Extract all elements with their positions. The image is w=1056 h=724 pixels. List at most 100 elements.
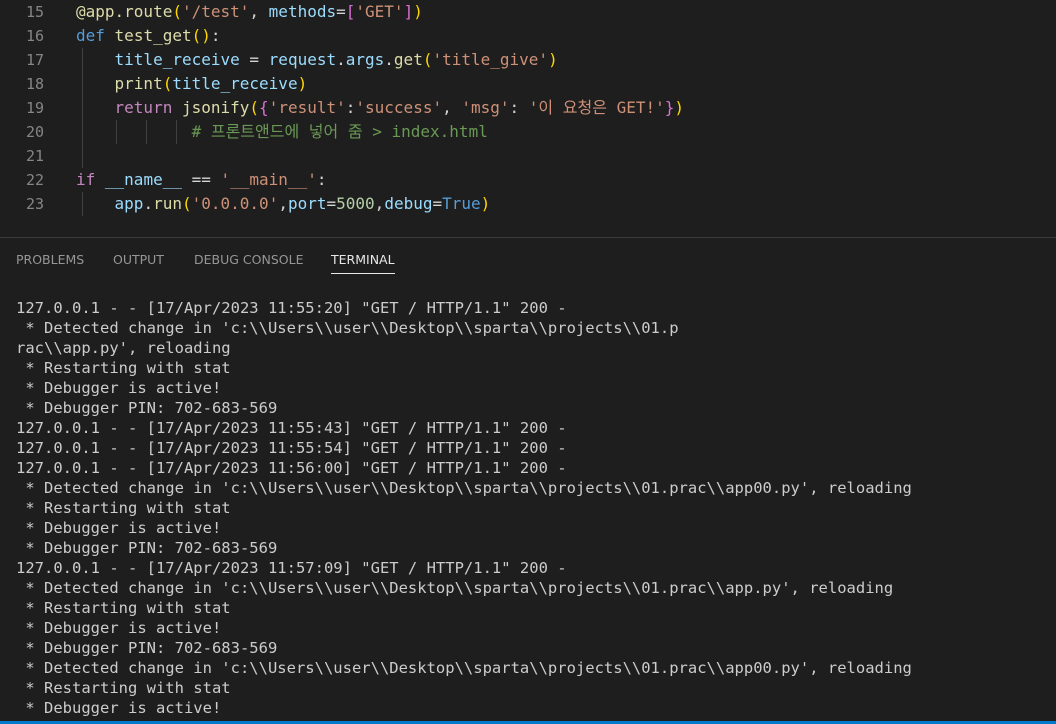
code-token: :: [210, 26, 221, 45]
code-token: ,: [278, 194, 288, 213]
code-token: =: [336, 2, 346, 21]
code-token: .: [336, 50, 346, 69]
code-token: get: [393, 50, 423, 69]
code-token: True: [442, 194, 481, 213]
code-token: '이 요청은 GET!': [528, 98, 665, 117]
code-editor[interactable]: 15 @app.route('/test', methods=['GET']) 16…: [0, 0, 1056, 225]
code-token: test_get: [114, 26, 192, 45]
tab-debug-console[interactable]: DEBUG CONSOLE: [194, 252, 303, 273]
code-token: ): [548, 50, 558, 69]
code-token: '__main__': [220, 170, 317, 189]
code-token: ): [413, 2, 423, 21]
code-token: [: [345, 2, 356, 21]
code-token: .: [384, 50, 394, 69]
code-token: :: [316, 170, 327, 189]
code-token: '/test': [181, 2, 250, 21]
code-token: (: [181, 194, 192, 213]
line-number: 15: [25, 3, 44, 21]
code-token: ): [297, 74, 308, 93]
code-text: app.run('0.0.0.0',port=5000,debug=True): [76, 192, 491, 216]
code-token: debug: [384, 194, 433, 213]
terminal-line: * Restarting with stat: [16, 679, 231, 697]
code-line[interactable]: 16 def test_get():: [0, 24, 1056, 48]
code-line[interactable]: 20 # 프론트앤드에 넣어 줌 > index.html: [0, 120, 1056, 144]
code-line[interactable]: 23 app.run('0.0.0.0',port=5000,debug=Tru…: [0, 192, 1056, 216]
code-line[interactable]: 18 print(title_receive): [0, 72, 1056, 96]
tab-problems[interactable]: PROBLEMS: [16, 252, 84, 273]
line-number: 20: [25, 123, 44, 141]
code-token: 'result': [268, 98, 346, 117]
code-token: title_receive: [172, 74, 298, 93]
code-line[interactable]: 22 if __name__ == '__main__':: [0, 168, 1056, 192]
terminal-line: * Debugger is active!: [16, 379, 222, 397]
code-token: return: [114, 98, 173, 117]
line-number: 19: [25, 99, 44, 117]
bottom-panel: PROBLEMS OUTPUT DEBUG CONSOLE TERMINAL 1…: [0, 237, 1056, 724]
code-token: ==: [181, 170, 221, 189]
code-text: def test_get():: [76, 24, 221, 48]
code-token: ): [480, 194, 491, 213]
terminal-line: * Restarting with stat: [16, 499, 231, 517]
code-text: title_receive = request.args.get('title_…: [76, 48, 558, 72]
code-token: ]: [403, 2, 414, 21]
code-token: __name__: [104, 170, 182, 189]
code-text: # 프론트앤드에 넣어 줌 > index.html: [76, 120, 488, 144]
code-token: '0.0.0.0': [191, 194, 279, 213]
code-text: @app.route('/test', methods=['GET']): [76, 0, 423, 24]
code-token: 5000: [336, 194, 375, 213]
code-token: ,: [442, 98, 462, 117]
terminal-output[interactable]: 127.0.0.1 - - [17/Apr/2023 11:55:20] "GE…: [16, 298, 1046, 718]
code-token: =: [239, 50, 269, 69]
terminal-line: 127.0.0.1 - - [17/Apr/2023 11:55:20] "GE…: [16, 299, 567, 317]
code-token: (): [191, 26, 211, 45]
terminal-line: * Debugger PIN: 702-683-569: [16, 639, 278, 657]
code-token: ,: [374, 194, 385, 213]
line-number: 21: [25, 147, 44, 165]
code-token: 'msg': [461, 98, 510, 117]
panel-tabs: PROBLEMS OUTPUT DEBUG CONSOLE TERMINAL: [0, 238, 1056, 282]
line-number: 22: [25, 171, 44, 189]
code-token: jsonify: [181, 98, 250, 117]
code-token: title_receive: [114, 50, 240, 69]
code-token: :: [345, 98, 356, 117]
code-token: .: [143, 194, 154, 213]
code-text: if __name__ == '__main__':: [76, 168, 326, 192]
code-token: :: [509, 98, 529, 117]
code-token: run: [153, 194, 182, 213]
line-number: 16: [25, 27, 44, 45]
line-number: 18: [25, 75, 44, 93]
terminal-line: 127.0.0.1 - - [17/Apr/2023 11:55:54] "GE…: [16, 439, 567, 457]
terminal-line: 127.0.0.1 - - [17/Apr/2023 11:55:43] "GE…: [16, 419, 567, 437]
terminal-line: 127.0.0.1 - - [17/Apr/2023 11:56:00] "GE…: [16, 459, 567, 477]
tab-terminal[interactable]: TERMINAL: [331, 252, 395, 274]
code-token: =: [432, 194, 443, 213]
terminal-line: * Debugger PIN: 702-683-569: [16, 399, 278, 417]
code-token: args: [345, 50, 385, 69]
code-text: print(title_receive): [76, 72, 308, 96]
code-line[interactable]: 21: [0, 144, 1056, 168]
code-line[interactable]: 19 return jsonify({'result':'success', '…: [0, 96, 1056, 120]
code-token: 'GET': [355, 2, 404, 21]
terminal-line: * Debugger is active!: [16, 699, 222, 717]
code-token: # 프론트앤드에 넣어 줌 > index.html: [191, 122, 488, 141]
code-token: methods: [268, 2, 337, 21]
terminal-line: * Detected change in 'c:\\Users\\user\\D…: [16, 579, 894, 597]
code-token: ): [674, 98, 685, 117]
code-token: (: [249, 98, 260, 117]
line-number: 23: [25, 195, 44, 213]
tab-output[interactable]: OUTPUT: [113, 252, 164, 273]
code-token: }: [664, 98, 675, 117]
code-line[interactable]: 15 @app.route('/test', methods=['GET']): [0, 0, 1056, 24]
code-token: if: [76, 170, 96, 189]
line-number: 17: [25, 51, 44, 69]
code-line[interactable]: 17 title_receive = request.args.get('tit…: [0, 48, 1056, 72]
code-token: {: [259, 98, 269, 117]
terminal-line: * Restarting with stat: [16, 359, 231, 377]
code-token: print: [114, 74, 163, 93]
